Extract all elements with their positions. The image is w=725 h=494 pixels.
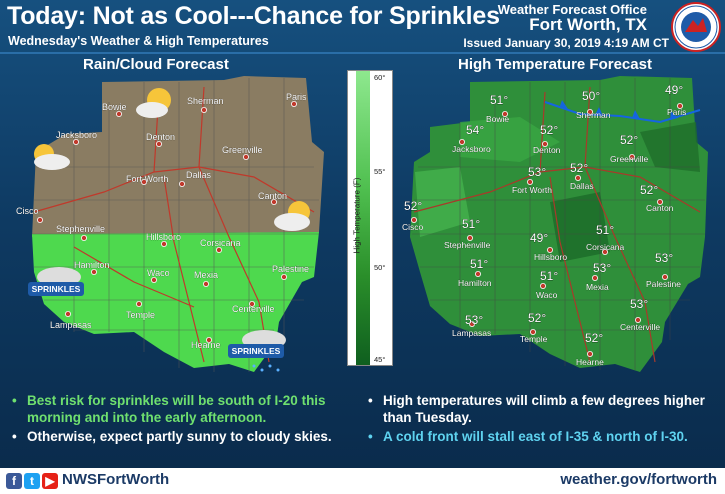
city-label: Sherman — [187, 96, 224, 106]
temp-value: 52° — [528, 311, 546, 325]
temp-value: 51° — [490, 93, 508, 107]
city-label: Hearne — [191, 340, 221, 350]
temp-value: 53° — [630, 297, 648, 311]
city-label: Cisco — [402, 222, 424, 232]
city-label: Greenville — [222, 145, 263, 155]
city-label: Waco — [147, 268, 170, 278]
facebook-icon[interactable]: f — [6, 473, 22, 489]
city-label: Hillsboro — [534, 252, 567, 262]
bullet-sprinkle-risk: Best risk for sprinkles will be south of… — [10, 392, 360, 426]
temp-value: 51° — [540, 269, 558, 283]
city-label: Corsicana — [586, 242, 625, 252]
temp-value: 50° — [582, 89, 600, 103]
header-divider — [0, 52, 725, 54]
bullet-partly-sunny: Otherwise, expect partly sunny to cloudy… — [10, 428, 360, 445]
city-label: Stephenville — [56, 224, 105, 234]
youtube-icon[interactable]: ▶ — [42, 473, 58, 489]
temp-value: 53° — [465, 313, 483, 327]
city-label: Paris — [667, 107, 686, 117]
city-label: Lampasas — [452, 328, 491, 338]
city-label: Sherman — [576, 110, 611, 120]
temperature-colorbar: 60° 55° 50° 45° High Temperature (F) — [347, 70, 393, 366]
social-handle[interactable]: NWSFortWorth — [62, 471, 169, 488]
city-label: Fort Worth — [126, 174, 168, 184]
city-label: Temple — [520, 334, 548, 344]
temp-value: 52° — [620, 133, 638, 147]
rain-cloud-map: Bowie Sherman Paris Jacksboro Denton Gre… — [16, 76, 324, 372]
footer-bar: f t ▶ NWSFortWorth weather.gov/fortworth — [0, 468, 725, 494]
city-label: Centerville — [620, 322, 660, 332]
city-label: Canton — [646, 203, 674, 213]
colorbar-tick: 60° — [374, 73, 386, 82]
city-label: Denton — [533, 145, 561, 155]
city-label: Bowie — [486, 114, 509, 124]
colorbar-label: High Temperature (F) — [352, 177, 362, 254]
temp-value: 53° — [593, 261, 611, 275]
issued-time: Issued January 30, 2019 4:19 AM CT — [463, 36, 669, 50]
city-label: Hamilton — [458, 278, 492, 288]
colorbar-tick: 50° — [374, 263, 386, 272]
city-label: Jacksboro — [56, 130, 97, 140]
temp-value: 52° — [570, 161, 588, 175]
bullet-high-temps: High temperatures will climb a few degre… — [366, 392, 721, 426]
temp-value: 52° — [404, 199, 422, 213]
temp-value: 51° — [462, 217, 480, 231]
sprinkles-label: SPRINKLES — [32, 284, 81, 294]
city-label: Paris — [286, 92, 307, 102]
bullet-cold-front: A cold front will stall east of I-35 & n… — [366, 428, 721, 445]
high-temp-map: 51° 50° 49° 54° 52° 52° 53° 52° 52° 52° … — [402, 76, 708, 372]
city-label: Greenville — [610, 154, 649, 164]
temp-value: 52° — [540, 123, 558, 137]
temp-value: 53° — [655, 251, 673, 265]
graphic-root: Today: Not as Cool---Chance for Sprinkle… — [0, 0, 725, 494]
city-label: Dallas — [570, 181, 594, 191]
city-label: Canton — [258, 191, 287, 201]
city-label: Centerville — [232, 304, 275, 314]
city-label: Corsicana — [200, 238, 241, 248]
city-label: Mexia — [194, 270, 218, 280]
city-label: Hearne — [576, 357, 604, 367]
city-label: Denton — [146, 132, 175, 142]
sprinkles-label: SPRINKLES — [232, 346, 281, 356]
city-label: Hamilton — [74, 260, 110, 270]
city-label: Lampasas — [50, 320, 92, 330]
page-subtitle: Wednesday's Weather & High Temperatures — [8, 34, 269, 48]
temp-value: 51° — [596, 223, 614, 237]
temp-value: 53° — [528, 165, 546, 179]
left-bullets: Best risk for sprinkles will be south of… — [10, 392, 360, 447]
twitter-icon[interactable]: t — [24, 473, 40, 489]
right-panel-title: High Temperature Forecast — [458, 56, 652, 73]
city-label: Stephenville — [444, 240, 491, 250]
city-label: Dallas — [186, 170, 212, 180]
left-panel-title: Rain/Cloud Forecast — [83, 56, 229, 73]
city-label: Temple — [126, 310, 155, 320]
city-label: Hillsboro — [146, 232, 181, 242]
city-label: Palestine — [272, 264, 309, 274]
temp-value: 49° — [530, 231, 548, 245]
colorbar-tick: 45° — [374, 355, 386, 364]
city-label: Mexia — [586, 282, 609, 292]
temp-value: 54° — [466, 123, 484, 137]
right-bullets: High temperatures will climb a few degre… — [366, 392, 721, 447]
page-title: Today: Not as Cool---Chance for Sprinkle… — [7, 2, 500, 30]
noaa-nws-logo-icon — [671, 2, 721, 52]
temp-value: 51° — [470, 257, 488, 271]
office-location: Fort Worth, TX — [529, 15, 647, 34]
website-link[interactable]: weather.gov/fortworth — [560, 471, 717, 488]
colorbar-tick: 55° — [374, 167, 386, 176]
city-label: Cisco — [16, 206, 39, 216]
temp-value: 52° — [640, 183, 658, 197]
city-label: Jacksboro — [452, 144, 491, 154]
city-label: Waco — [536, 290, 558, 300]
temp-value: 49° — [665, 83, 683, 97]
city-label: Bowie — [102, 102, 127, 112]
temp-value: 52° — [585, 331, 603, 345]
city-label: Fort Worth — [512, 185, 552, 195]
city-label: Palestine — [646, 279, 681, 289]
